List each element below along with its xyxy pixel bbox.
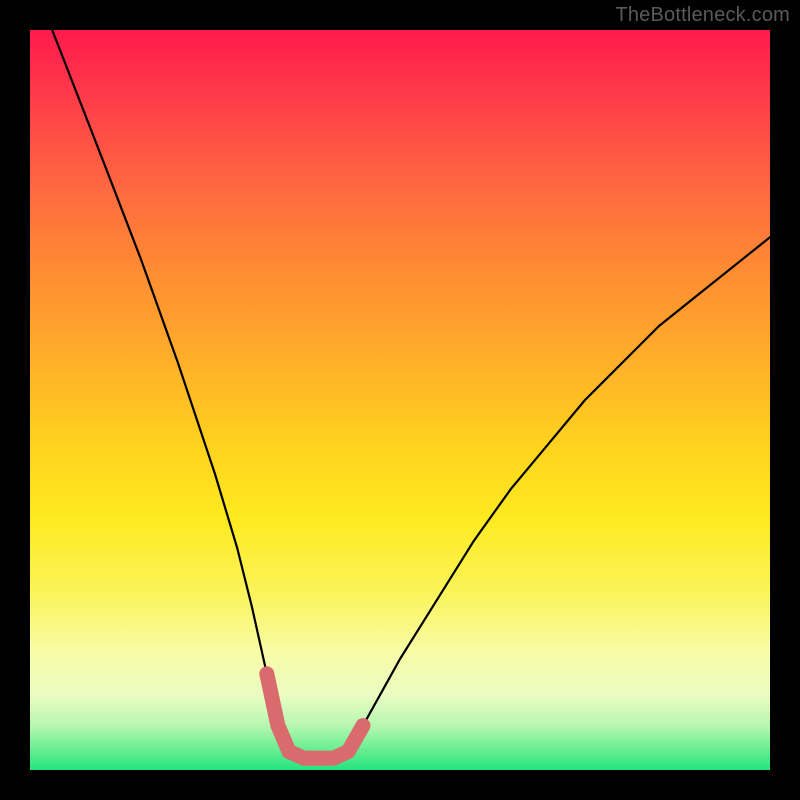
bottleneck-curve: [52, 30, 770, 758]
watermark-text: TheBottleneck.com: [615, 4, 790, 27]
chart-frame: TheBottleneck.com: [0, 0, 800, 800]
curve-layer: [30, 30, 770, 770]
plot-area: [30, 30, 770, 770]
bottleneck-curve-bottom: [267, 674, 363, 758]
